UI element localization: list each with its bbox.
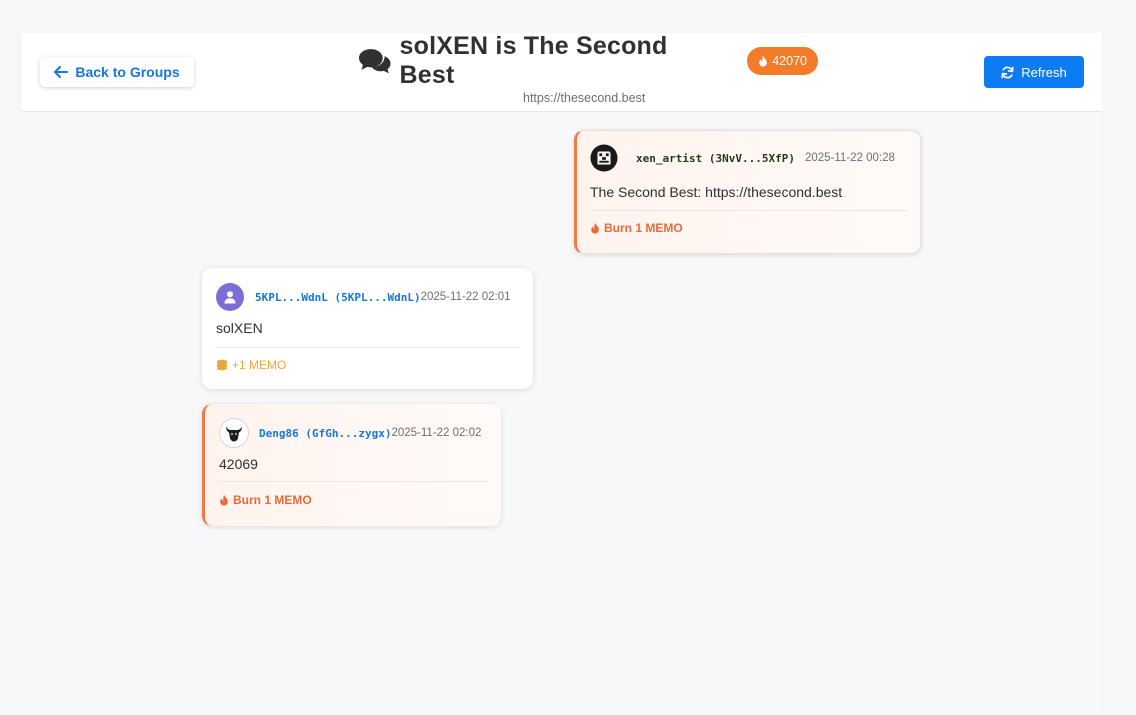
burn-memo-button[interactable]: Burn 1 MEMO <box>219 493 312 507</box>
burn-memo-label: Burn 1 MEMO <box>604 221 683 235</box>
refresh-icon <box>1001 66 1014 78</box>
back-button-label: Back to Groups <box>75 64 180 80</box>
fire-icon <box>591 222 599 234</box>
reward-memo-label: +1 MEMO <box>232 358 287 372</box>
page-title: solXEN is The Second Best <box>399 32 668 89</box>
message-author[interactable]: Deng86 (GfGh...zygx) <box>259 427 391 440</box>
message-divider <box>219 481 489 482</box>
back-to-groups-button[interactable]: Back to Groups <box>40 57 194 87</box>
message-timestamp: 2025-11-22 00:28 <box>804 152 895 164</box>
message-card: Deng86 (GfGh...zygx) 2025-11-22 02:02 42… <box>202 404 501 526</box>
arrow-left-icon <box>54 66 69 78</box>
burn-memo-label: Burn 1 MEMO <box>233 493 312 507</box>
message-author[interactable]: xen_artist (3NvV...5XfP) <box>636 152 795 165</box>
message-divider <box>216 347 520 348</box>
bull-icon[interactable] <box>219 418 249 448</box>
refresh-button[interactable]: Refresh <box>984 56 1084 88</box>
group-header: Back to Groups solXEN is The Second Best… <box>22 32 1102 112</box>
message-text: The Second Best: https://thesecond.best <box>590 184 843 200</box>
fire-icon <box>759 55 768 67</box>
message-text: solXEN <box>216 320 263 336</box>
burn-count: 42070 <box>772 54 807 68</box>
message-timestamp: 2025-11-22 02:02 <box>391 427 482 439</box>
group-title-area: solXEN is The Second Best 42070 https://… <box>358 32 818 105</box>
message-divider <box>590 210 908 211</box>
fire-icon <box>220 494 228 506</box>
message-card: 5KPL...WdnL (5KPL...WdnL) 2025-11-22 02:… <box>202 268 533 389</box>
user-icon[interactable] <box>216 283 244 311</box>
message-card: xen_artist (3NvV...5XfP) 2025-11-22 00:2… <box>574 130 921 254</box>
pixel-face-icon[interactable] <box>590 144 618 172</box>
message-author[interactable]: 5KPL...WdnL (5KPL...WdnL) <box>255 291 421 304</box>
reward-memo-indicator: +1 MEMO <box>216 358 286 372</box>
message-timestamp: 2025-11-22 02:01 <box>420 291 511 303</box>
message-text: 42069 <box>219 456 258 472</box>
coins-icon <box>217 359 227 371</box>
burn-memo-button[interactable]: Burn 1 MEMO <box>590 221 683 235</box>
refresh-label: Refresh <box>1021 64 1067 80</box>
comments-icon <box>358 49 391 74</box>
group-url: https://thesecond.best <box>523 91 646 105</box>
burn-count-badge: 42070 <box>747 47 818 75</box>
chat-panel: Back to Groups solXEN is The Second Best… <box>22 32 1102 715</box>
